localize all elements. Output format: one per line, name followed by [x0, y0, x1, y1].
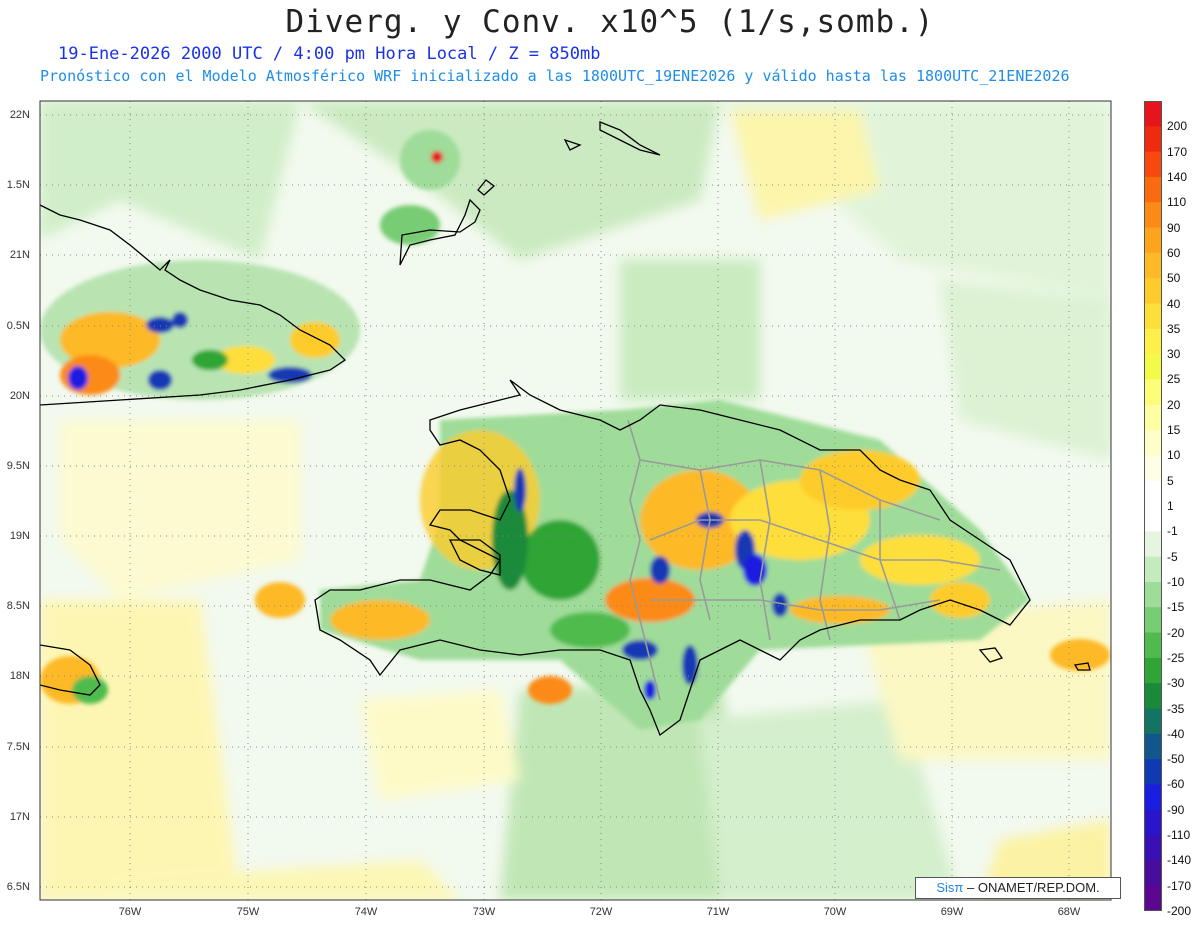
colorbar-swatch — [1144, 885, 1162, 911]
colorbar-swatch — [1144, 480, 1162, 507]
colorbar-label: -90 — [1167, 802, 1185, 817]
colorbar-swatch — [1144, 860, 1162, 887]
colorbar-swatch — [1144, 809, 1162, 836]
colorbar-label: 5 — [1167, 473, 1174, 488]
colorbar-label: -10 — [1167, 574, 1185, 589]
colorbar-label: -5 — [1167, 549, 1178, 564]
colorbar-label: 60 — [1167, 245, 1181, 260]
colorbar-swatch — [1144, 556, 1162, 583]
lon-label: 76W — [118, 906, 142, 918]
colorbar-label: -35 — [1167, 701, 1185, 716]
lon-label: 73W — [472, 906, 496, 918]
lat-label: 9.5N — [6, 460, 30, 472]
colorbar-label: 140 — [1167, 169, 1188, 184]
colorbar-swatch — [1144, 835, 1162, 861]
lat-label: 0.5N — [6, 320, 30, 332]
colorbar-swatch — [1144, 581, 1162, 608]
colorbar-swatch — [1144, 101, 1162, 127]
colorbar-label: -1 — [1167, 524, 1178, 539]
colorbar-label: -50 — [1167, 752, 1185, 767]
colorbar-label: -110 — [1167, 828, 1191, 843]
credit-box: Sisπ – ONAMET/REP.DOM. — [915, 877, 1121, 899]
lon-label: 68W — [1057, 906, 1081, 918]
colorbar-swatch — [1144, 176, 1162, 203]
colorbar-swatch — [1144, 531, 1162, 558]
colorbar-label: -25 — [1167, 650, 1185, 665]
colorbar-label: 1 — [1167, 499, 1174, 513]
colorbar-swatch — [1144, 379, 1162, 406]
colorbar-swatch — [1144, 733, 1162, 760]
plot-area — [40, 101, 1111, 900]
colorbar-label: 35 — [1167, 321, 1181, 336]
colorbar-label: 50 — [1167, 271, 1181, 286]
lat-label: 20N — [9, 390, 30, 402]
colorbar-label: -20 — [1167, 625, 1185, 640]
lat-label: 22N — [9, 109, 30, 121]
divergence-map — [39, 100, 1112, 901]
colorbar-label: 170 — [1167, 144, 1188, 159]
colorbar-swatch — [1144, 607, 1162, 634]
colorbar-label: -30 — [1167, 676, 1185, 691]
colorbar-swatch — [1144, 404, 1162, 431]
colorbar-swatch — [1144, 151, 1162, 178]
lon-label: 71W — [706, 906, 730, 918]
colorbar-label: -15 — [1167, 600, 1185, 615]
colorbar-label: 30 — [1167, 347, 1181, 362]
colorbar-label: -170 — [1167, 878, 1192, 893]
colorbar-swatch — [1144, 278, 1162, 304]
lat-label: 17N — [9, 811, 30, 823]
colorbar-label: -200 — [1167, 904, 1192, 918]
colorbar-swatch — [1144, 354, 1162, 380]
colorbar-label: 200 — [1167, 119, 1188, 134]
colorbar-swatch — [1144, 657, 1162, 684]
lat-label: 21N — [9, 249, 30, 261]
lat-label: 7.5N — [6, 741, 30, 753]
credit-logo: Sisπ — [936, 880, 964, 895]
colorbar-label: -140 — [1167, 853, 1192, 868]
colorbar-swatch — [1144, 303, 1162, 330]
colorbar-label: 15 — [1167, 423, 1181, 438]
colorbar-swatch — [1144, 632, 1162, 659]
colorbar-swatch — [1144, 683, 1162, 709]
colorbar-swatch — [1144, 126, 1162, 153]
credit-text: – ONAMET/REP.DOM. — [966, 880, 1100, 895]
colorbar-label: 25 — [1167, 372, 1181, 387]
colorbar-label: -40 — [1167, 726, 1185, 741]
colorbar-label: -60 — [1167, 777, 1185, 792]
lon-label: 69W — [940, 906, 964, 918]
lon-label: 75W — [236, 906, 260, 918]
colorbar-label: 10 — [1167, 448, 1181, 463]
colorbar-label: 90 — [1167, 220, 1181, 235]
lat-label: 6.5N — [6, 881, 30, 893]
colorbar-swatch — [1144, 784, 1162, 811]
colorbar-swatch — [1144, 328, 1162, 355]
lat-label: 1.5N — [6, 179, 30, 191]
lon-label: 74W — [354, 906, 378, 918]
lat-label: 18N — [9, 670, 30, 682]
colorbar — [1144, 101, 1162, 911]
colorbar-swatch — [1144, 430, 1162, 456]
colorbar-label: 20 — [1167, 397, 1181, 412]
colorbar-swatch — [1144, 202, 1162, 229]
lon-label: 72W — [589, 906, 613, 918]
colorbar-swatch — [1144, 227, 1162, 254]
lat-label: 19N — [9, 530, 30, 542]
colorbar-label: 110 — [1167, 195, 1187, 210]
lon-label: 70W — [823, 906, 847, 918]
colorbar-swatch — [1144, 506, 1162, 532]
lat-label: 8.5N — [6, 600, 30, 612]
colorbar-swatch — [1144, 708, 1162, 735]
colorbar-label: 40 — [1167, 296, 1181, 311]
colorbar-swatch — [1144, 759, 1162, 785]
colorbar-swatch — [1144, 252, 1162, 279]
colorbar-swatch — [1144, 455, 1162, 482]
